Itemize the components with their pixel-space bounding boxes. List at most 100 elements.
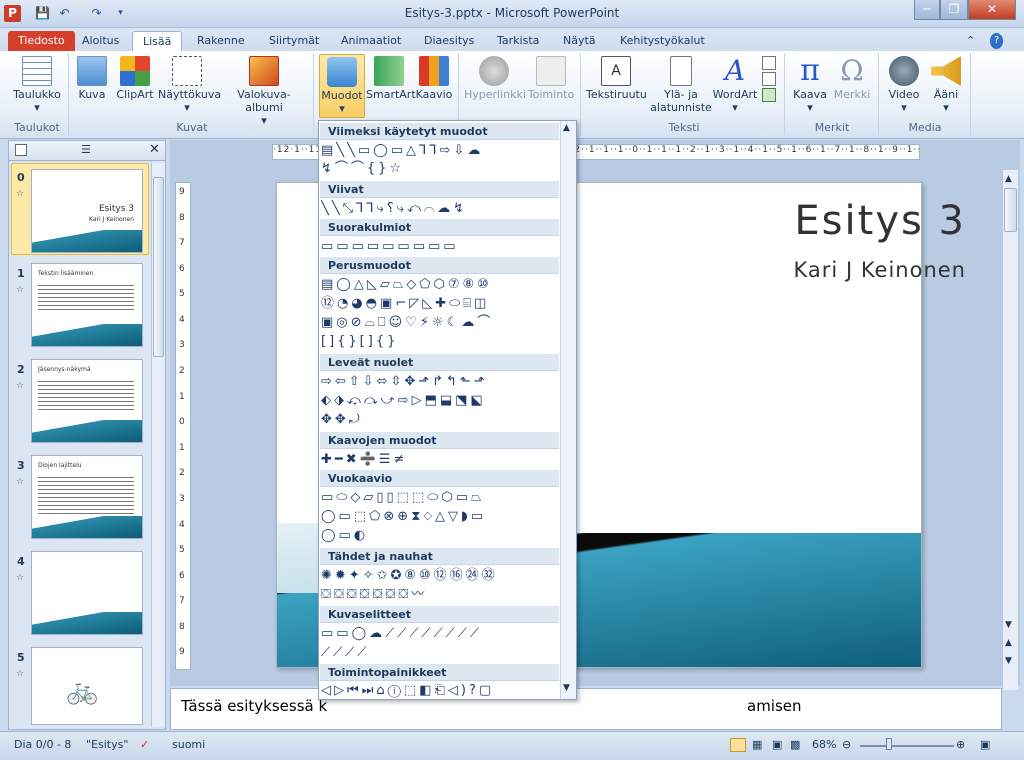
close-pane-icon[interactable]: ✕	[149, 142, 160, 157]
shape-row[interactable]: ▤╲╲▭◯▭△⅂⅂⇨⇩☁	[321, 141, 559, 161]
shape-row[interactable]: ▤◯△◺▱⏢◇⬠⬡⑦⑧⑩	[321, 275, 559, 295]
slide-subtitle[interactable]: Kari J Keinonen	[794, 258, 966, 282]
outline-tab-icon[interactable]: ☰	[81, 143, 91, 156]
spellcheck-icon[interactable]: ✓	[140, 738, 149, 751]
close-button[interactable]: ✕	[968, 0, 1016, 20]
shape-row[interactable]: ⑫◔◕◓▣⌐◸◺✚⬭⌸◫	[321, 294, 559, 314]
slide-thumbnail-3[interactable]: Diojen lajittelu	[31, 455, 143, 539]
photo-album-button[interactable]: Valokuva-albumi ▾	[220, 54, 308, 127]
tab-lisaa[interactable]: Lisää	[132, 31, 183, 52]
slide-thumbnail-0[interactable]: Esitys 3 Kari J Keinonen	[31, 169, 143, 253]
shape-row[interactable]: ▣◎⊘⌓⎕☺♡⚡☼☾☁⌒	[321, 313, 559, 333]
shape-row[interactable]: ╲╲⤡⅂⅂⤷⸮⤷⤺⌒☁↯	[321, 199, 559, 219]
shape-row[interactable]: ✺✹✦✧✩✪⑧⑩⑫⑯㉔㉜	[321, 566, 559, 586]
header-footer-button[interactable]: Ylä- ja alatunniste	[650, 54, 712, 118]
slides-tab-icon[interactable]	[15, 144, 27, 156]
gallery-scrollbar[interactable]: ▲ ▼	[560, 121, 576, 699]
tab-tarkista[interactable]: Tarkista	[487, 31, 549, 52]
notes-pane[interactable]: Tässä esityksessä k amisen	[170, 688, 1002, 730]
slides-pane-scrollbar[interactable]	[151, 163, 165, 727]
shape-row[interactable]: ⇨⇦⇧⇩⬄⇳✥⬏↱↰⬑⬏	[321, 372, 559, 392]
scroll-thumb[interactable]	[153, 177, 164, 357]
clipart-button[interactable]: ClipArt	[114, 54, 156, 118]
textbox-button[interactable]: A Tekstiruutu	[586, 54, 647, 118]
symbol-button[interactable]: Ω Merkki	[832, 54, 872, 118]
tab-nayta[interactable]: Näytä	[553, 31, 606, 52]
zoom-slider-thumb[interactable]	[886, 738, 892, 750]
next-slide-icon[interactable]: ▼	[1005, 656, 1012, 666]
tab-animaatiot[interactable]: Animaatiot	[331, 31, 411, 52]
language[interactable]: suomi	[172, 738, 205, 751]
reading-view-icon[interactable]: ▣	[772, 738, 782, 751]
editor-scrollbar[interactable]: ▲ ▼ ▲ ▼	[1002, 170, 1018, 690]
picture-button[interactable]: Kuva	[72, 54, 112, 118]
shape-row[interactable]: ◯▭◐	[321, 526, 559, 546]
normal-view-icon[interactable]	[730, 738, 746, 752]
equation-label: Kaava	[793, 88, 827, 101]
slide-thumbnail-2[interactable]: Jäsennys-näkymä	[31, 359, 143, 443]
shape-row[interactable]: []{}[]{}	[321, 332, 559, 352]
smartart-label: SmartArt	[366, 88, 416, 101]
slide-thumbnail-5[interactable]: 🚲	[31, 647, 143, 725]
shape-row[interactable]: ✥✥⤾	[321, 410, 559, 430]
tab-kehitystyokalut[interactable]: Kehitystyökalut	[610, 31, 715, 52]
shape-row[interactable]: ▭▭◯☁⟋⟋⟋⟋⟋⟋⟋⟋	[321, 624, 559, 644]
slide-thumbnail-4[interactable]	[31, 551, 143, 635]
previous-slide-icon[interactable]: ▲	[1005, 638, 1012, 648]
minimize-button[interactable]: ─	[914, 0, 940, 20]
tab-diaesitys[interactable]: Diaesitys	[414, 31, 484, 52]
thumb-text-lines	[38, 378, 134, 412]
slide-title[interactable]: Esitys 3	[794, 198, 966, 244]
tab-tiedosto[interactable]: Tiedosto	[8, 31, 75, 52]
shape-row[interactable]: ✚━✖➗☰≠	[321, 450, 559, 470]
date-time-icon[interactable]	[762, 56, 776, 70]
chart-button[interactable]: Kaavio	[414, 54, 454, 118]
zoom-level[interactable]: 68%	[812, 738, 836, 751]
video-button[interactable]: Video ▾	[884, 54, 924, 118]
scroll-up-icon[interactable]: ▲	[1005, 174, 1012, 184]
ruler-tick-label: 2	[179, 366, 185, 377]
scroll-thumb[interactable]	[1004, 188, 1017, 232]
table-button[interactable]: Taulukko ▾	[8, 54, 66, 118]
collapse-ribbon-icon[interactable]: ⌃	[966, 31, 975, 52]
shape-row[interactable]: ⬖⬗⤽⤼⤻⇨▷⬒⬓⬔⬕	[321, 391, 559, 411]
maximize-button[interactable]: ❐	[940, 0, 968, 20]
shape-row[interactable]: ◁▷⏮⏭⌂ⓘ⬚◧⎗◁)?▢	[321, 681, 559, 699]
theme-name[interactable]: "Esitys"	[86, 738, 128, 751]
scroll-down-icon[interactable]: ▼	[563, 683, 570, 693]
audio-button[interactable]: Ääni ▾	[926, 54, 966, 118]
wordart-button[interactable]: A WordArt ▾	[712, 54, 758, 118]
slide-number-icon[interactable]	[762, 72, 776, 86]
thumb-title: Diojen lajittelu	[38, 462, 82, 469]
shape-row[interactable]: ↯⌒⌒{}☆	[321, 159, 559, 179]
scroll-down-icon[interactable]: ▼	[1005, 620, 1012, 630]
thumb-wave	[32, 230, 142, 252]
fit-to-window-icon[interactable]: ▣	[980, 738, 990, 751]
small-text-tools[interactable]	[760, 54, 778, 118]
object-icon[interactable]	[762, 88, 776, 102]
shape-row[interactable]: ⟋⟋⟋⟋	[321, 643, 559, 663]
smartart-button[interactable]: SmartArt	[366, 54, 416, 118]
zoom-slider[interactable]	[860, 745, 954, 747]
tab-rakenne[interactable]: Rakenne	[187, 31, 255, 52]
chevron-down-icon: ▾	[943, 101, 949, 114]
slide-thumbnail-1[interactable]: Tekstin lisääminen	[31, 263, 143, 347]
ribbon-tabs: Tiedosto Aloitus Lisää Rakenne Siirtymät…	[0, 28, 1024, 52]
help-icon[interactable]: ?	[990, 33, 1004, 49]
tab-siirtymat[interactable]: Siirtymät	[259, 31, 329, 52]
slide-sorter-icon[interactable]: ▦	[752, 738, 762, 751]
zoom-out-icon[interactable]: ⊖	[842, 738, 851, 751]
tab-aloitus[interactable]: Aloitus	[72, 31, 129, 52]
shape-row[interactable]: ◯▭⬚⬠⊗⊕⧗⬦△▽◗▭	[321, 507, 559, 527]
equation-button[interactable]: π Kaava ▾	[790, 54, 830, 118]
shape-row[interactable]: ⛋⛋⛋⛋⛋⛋⛋〰	[321, 585, 559, 605]
shape-row[interactable]: ▭⬭◇▱▯▯⬚⬚⬭⬡▭⏢	[321, 488, 559, 508]
zoom-in-icon[interactable]: ⊕	[956, 738, 965, 751]
slideshow-icon[interactable]: ▩	[790, 738, 800, 751]
scroll-up-icon[interactable]: ▲	[563, 123, 570, 133]
shape-row[interactable]: ▭▭▭▭▭▭▭▭▭	[321, 237, 559, 257]
screenshot-button[interactable]: Näyttökuva ▾	[158, 54, 221, 118]
shapes-button[interactable]: Muodot ▾	[319, 54, 365, 118]
action-button[interactable]: Toiminto	[526, 54, 576, 118]
hyperlink-button[interactable]: Hyperlinkki	[464, 54, 526, 118]
